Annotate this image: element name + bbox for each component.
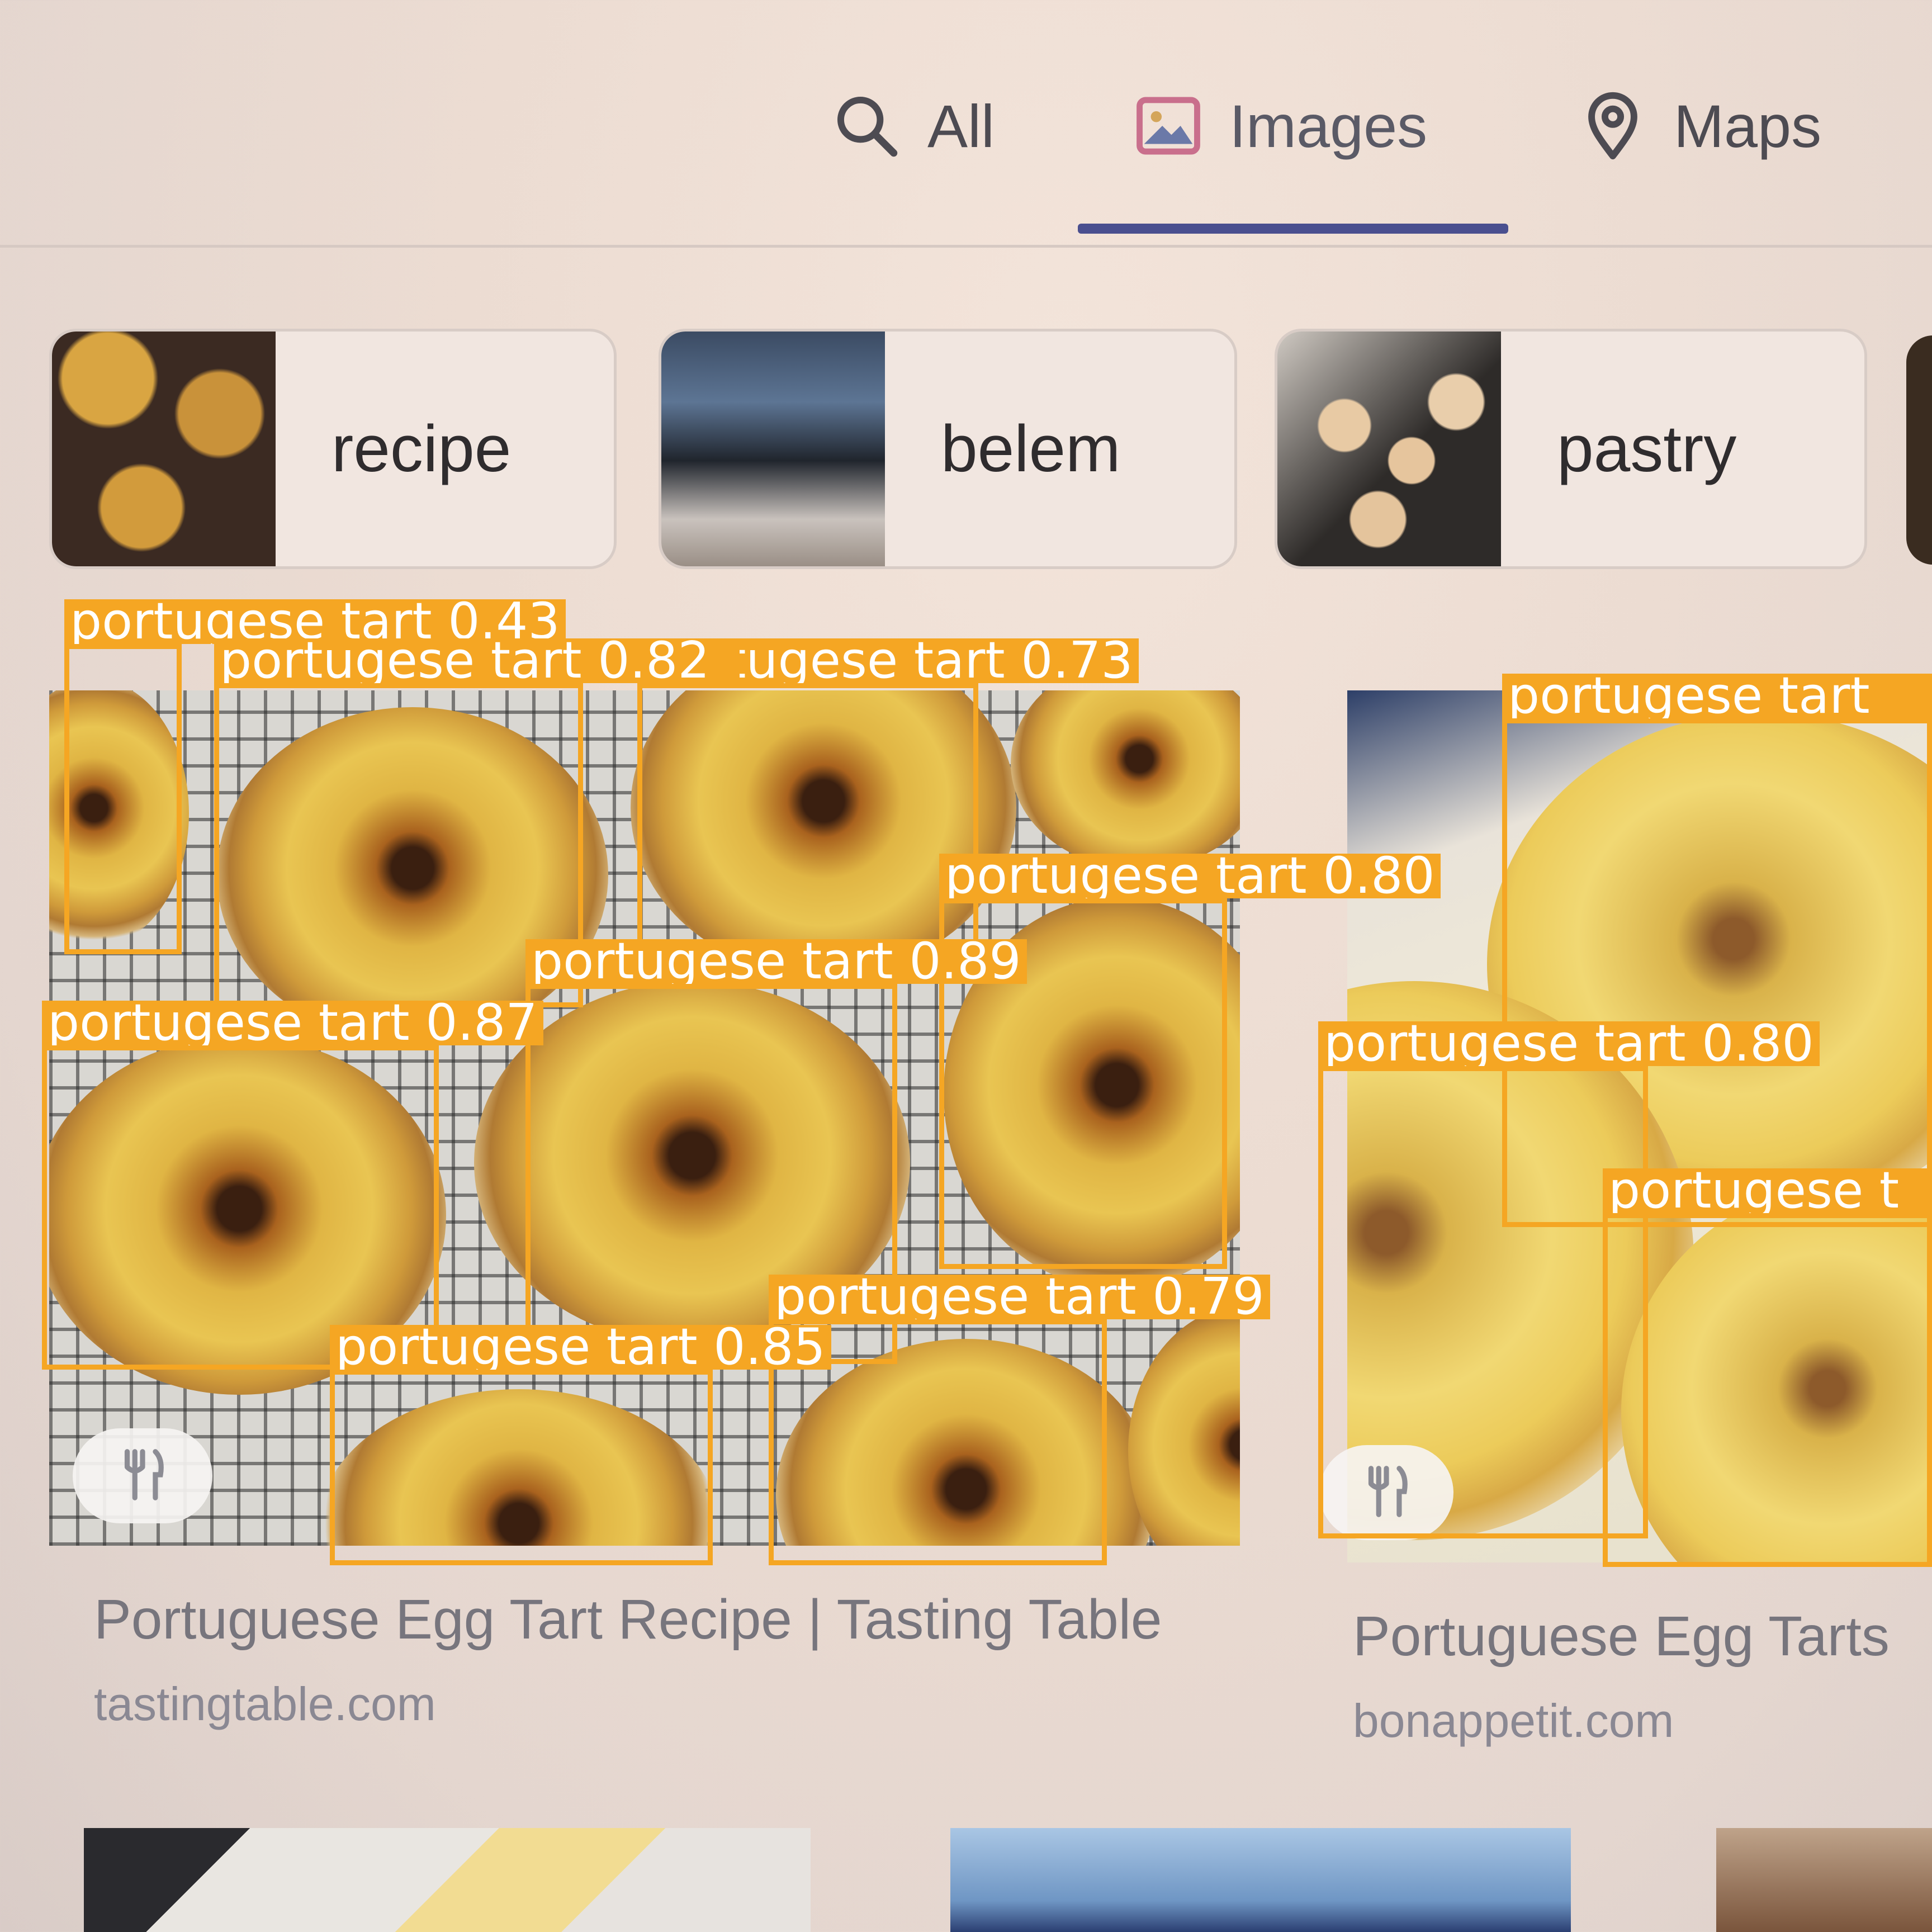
detection-box xyxy=(330,1370,713,1565)
tab-label: Maps xyxy=(1674,92,1822,160)
chip-label: belem xyxy=(941,412,1121,486)
chip-thumbnail xyxy=(1277,332,1501,566)
tab-label: All xyxy=(927,92,995,160)
result-image-3[interactable] xyxy=(84,1828,811,1932)
detection-box xyxy=(1603,1213,1932,1567)
chip-partial[interactable] xyxy=(1906,335,1932,565)
detection-label: portugese tart 0.87 xyxy=(42,1001,543,1045)
fork-knife-icon xyxy=(112,1444,173,1508)
chip-belem[interactable]: belem xyxy=(659,329,1237,569)
detection-label: portugese tart xyxy=(1502,674,1932,718)
active-tab-indicator xyxy=(1078,224,1508,234)
tab-images[interactable]: Images xyxy=(1132,89,1427,162)
search-icon xyxy=(830,89,903,162)
detection-label: portugese tart 0.85 xyxy=(330,1325,831,1370)
tart xyxy=(1128,1305,1240,1546)
recipe-badge xyxy=(73,1428,212,1523)
map-pin-icon xyxy=(1576,89,1649,162)
detection-box xyxy=(42,1045,439,1370)
detection-label: portugese t xyxy=(1603,1168,1932,1213)
result-title[interactable]: Portuguese Egg Tarts xyxy=(1353,1604,1890,1669)
chip-label: pastry xyxy=(1557,412,1737,486)
detection-label: portugese tart 0.43 xyxy=(64,599,566,644)
tab-label: Images xyxy=(1229,92,1428,160)
result-source[interactable]: tastingtable.com xyxy=(94,1677,436,1731)
detection-label: portugese tart 0.80 xyxy=(1318,1021,1820,1066)
detection-box xyxy=(637,683,978,951)
tart xyxy=(1011,690,1240,869)
detection-box xyxy=(64,644,182,954)
result-title[interactable]: Portuguese Egg Tart Recipe | Tasting Tab… xyxy=(94,1588,1162,1652)
result-image-5[interactable] xyxy=(1716,1828,1932,1932)
tab-divider xyxy=(0,245,1932,248)
tab-maps[interactable]: Maps xyxy=(1576,89,1821,162)
tab-all[interactable]: All xyxy=(830,89,995,162)
detection-box xyxy=(1318,1066,1648,1538)
detection-label: portugese tart 0.82 xyxy=(214,638,740,683)
chip-recipe[interactable]: recipe xyxy=(49,329,617,569)
chip-label: recipe xyxy=(332,412,512,486)
chip-thumbnail xyxy=(661,332,885,566)
result-source[interactable]: bonappetit.com xyxy=(1353,1694,1674,1748)
image-icon xyxy=(1132,89,1205,162)
detection-label: portugese tart 0.79 xyxy=(769,1275,1270,1319)
result-image-4[interactable] xyxy=(950,1828,1571,1932)
chip-pastry[interactable]: pastry xyxy=(1275,329,1867,569)
detection-label: portugese tart 0.89 xyxy=(525,939,1027,984)
chip-thumbnail xyxy=(52,332,276,566)
detection-label: portugese tart 0.80 xyxy=(939,854,1441,898)
